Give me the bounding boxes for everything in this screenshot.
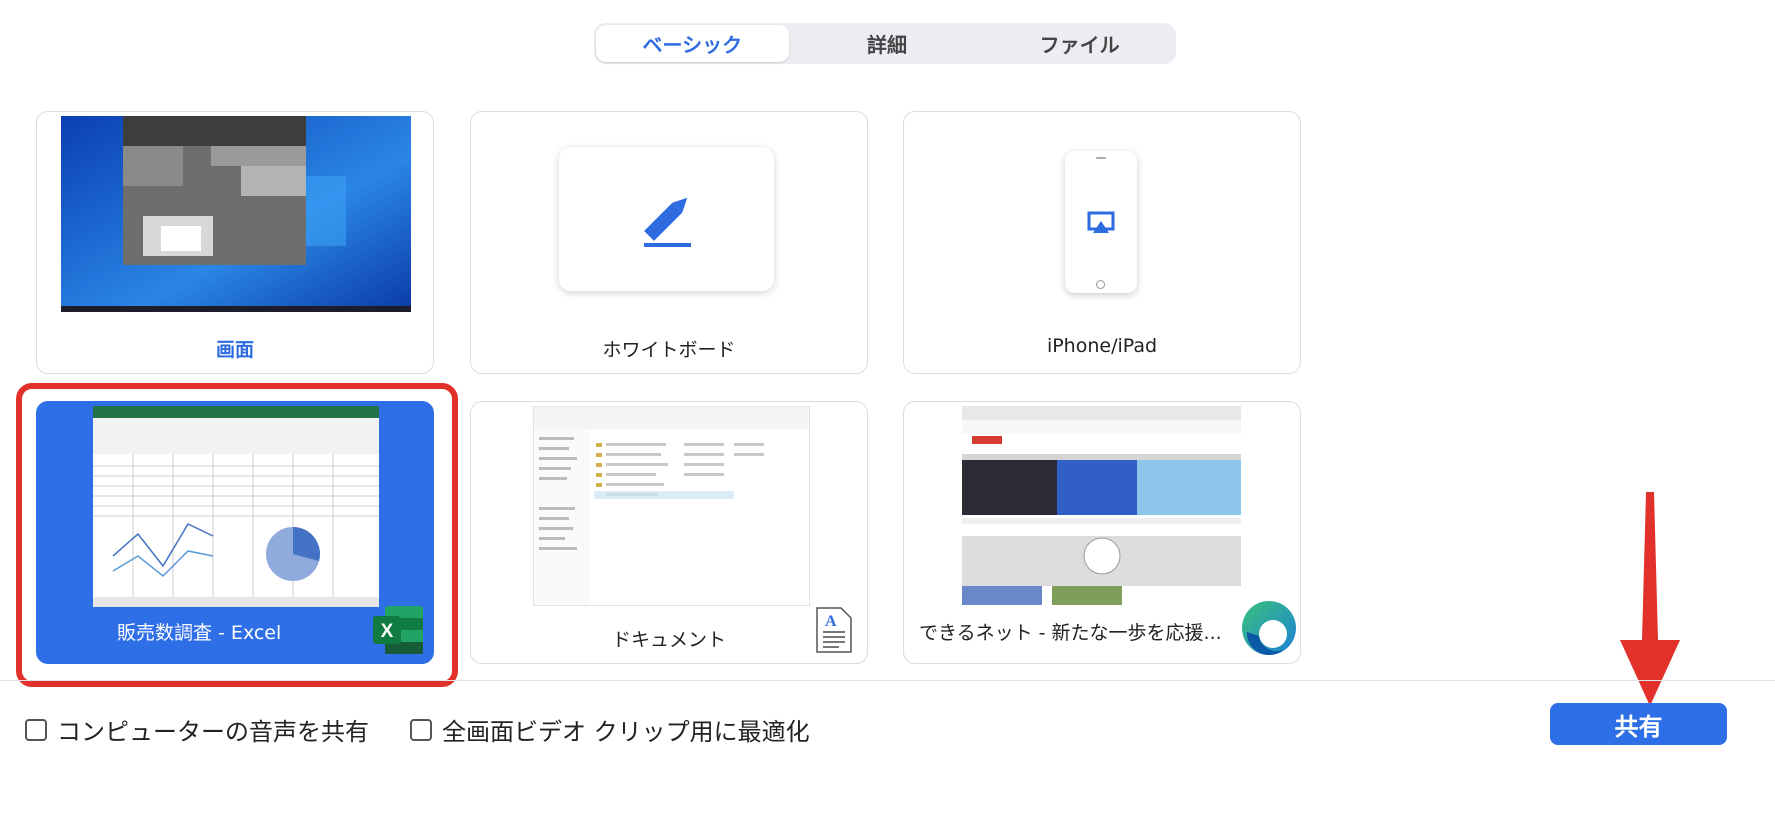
iphone-illustration [1065, 151, 1137, 293]
checkbox-label: 全画面ビデオ クリップ用に最適化 [442, 718, 810, 746]
tab-basic[interactable]: ベーシック [596, 25, 789, 62]
share-card-screen[interactable]: 画面 [36, 111, 434, 374]
pencil-icon [644, 197, 691, 247]
browser-thumbnail [962, 406, 1241, 605]
svg-text:A: A [825, 613, 837, 630]
optimize-video-checkbox[interactable]: 全画面ビデオ クリップ用に最適化 [410, 712, 810, 747]
edge-icon [1242, 601, 1296, 656]
excel-thumbnail [93, 406, 379, 607]
tab-files[interactable]: ファイル [983, 23, 1176, 64]
svg-text:X: X [381, 621, 394, 642]
document-icon: A [816, 607, 852, 653]
checkbox-box[interactable] [410, 718, 432, 741]
share-card-iphone[interactable]: iPhone/iPad [903, 111, 1301, 374]
whiteboard-paper [559, 147, 774, 291]
checkbox-box[interactable] [25, 718, 47, 741]
divider [0, 680, 1775, 681]
arrow-pointer-icon [1620, 492, 1680, 706]
share-card-label: ドキュメント [611, 629, 726, 651]
explorer-thumbnail [533, 406, 810, 606]
share-button[interactable]: 共有 [1550, 703, 1727, 745]
share-card-document[interactable]: ドキュメント A [470, 401, 868, 664]
airplay-icon [1087, 211, 1115, 233]
share-card-whiteboard[interactable]: ホワイトボード [470, 111, 868, 374]
share-card-label: iPhone/iPad [1046, 335, 1158, 357]
tab-advanced[interactable]: 詳細 [791, 23, 984, 64]
computer-audio-checkbox[interactable]: コンピューターの音声を共有 [25, 712, 369, 747]
share-type-tabs: ベーシック 詳細 ファイル [594, 23, 1176, 64]
share-card-excel[interactable]: 販売数調査 - Excel X [36, 401, 434, 664]
screen-thumbnail [61, 116, 411, 312]
share-card-label: ホワイトボード [602, 339, 736, 361]
checkbox-label: コンピューターの音声を共有 [57, 718, 369, 746]
share-card-browser[interactable]: できるネット - 新たな一歩を応援... [903, 401, 1301, 664]
share-card-label: 画面 [215, 339, 254, 361]
excel-icon: X [373, 606, 423, 654]
